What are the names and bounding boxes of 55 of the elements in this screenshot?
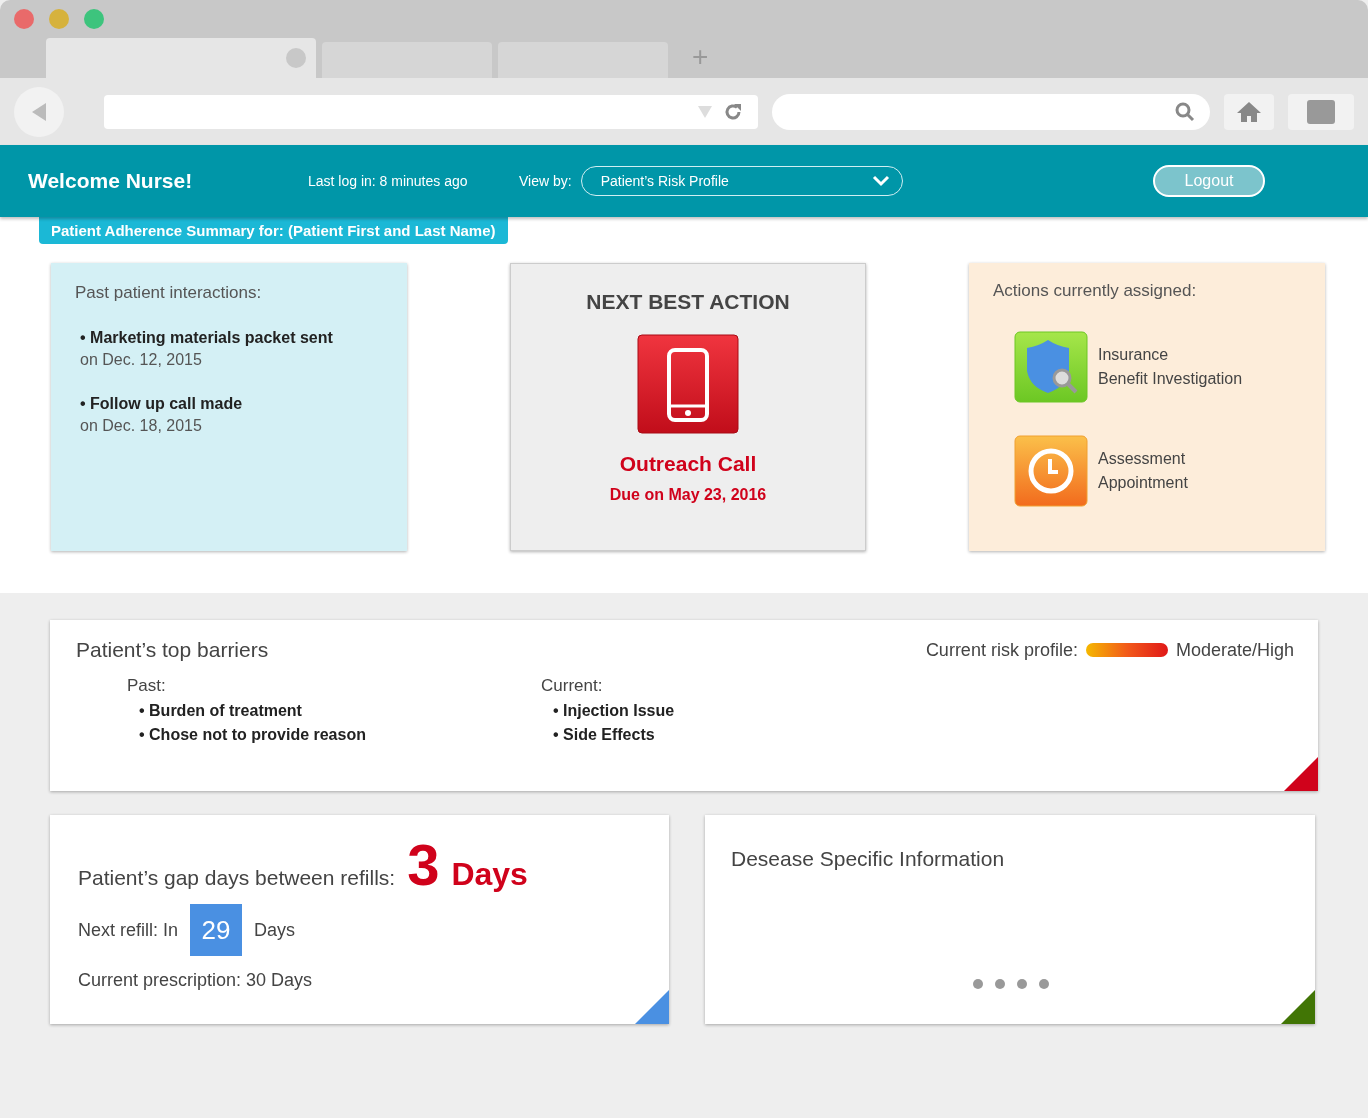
panel-title: Patient’s top barriers	[76, 638, 269, 662]
prescription-text: Current prescription: 30 Days	[78, 970, 314, 991]
interaction-date: on Dec. 12, 2015	[80, 351, 203, 369]
action-label: Insurance	[1098, 345, 1170, 365]
browser-tab[interactable]	[498, 42, 668, 78]
clock-icon	[1014, 435, 1088, 507]
risk-value: Moderate/High	[1175, 639, 1294, 661]
barrier-item: • Burden of treatment	[139, 702, 303, 720]
greeting-text: Welcome Nurse!	[28, 169, 194, 193]
phone-icon	[637, 334, 739, 434]
maximize-window-button[interactable]	[84, 9, 104, 29]
back-arrow-icon	[30, 101, 48, 122]
barrier-item: • Chose not to provide reason	[139, 726, 367, 744]
action-label: Appointment	[1098, 473, 1188, 493]
next-refill-label: Next refill: In	[78, 919, 179, 941]
search-field[interactable]	[772, 93, 1210, 130]
search-icon	[1174, 100, 1196, 123]
new-tab-button[interactable]: +	[692, 41, 709, 73]
barrier-item: • Injection Issue	[553, 702, 676, 720]
action-label: Assessment	[1098, 449, 1187, 469]
chevron-down-icon	[871, 175, 890, 187]
card-title: NEXT BEST ACTION	[586, 290, 790, 314]
shield-magnifier-icon	[1014, 331, 1088, 403]
view-by-label: View by:	[519, 173, 572, 189]
card-title: Actions currently assigned:	[993, 281, 1198, 301]
interaction-text: • Marketing materials packet sent	[80, 329, 334, 347]
risk-label: Current risk profile:	[925, 639, 1078, 661]
browser-tab[interactable]	[322, 42, 492, 78]
gap-days-unit: Days	[451, 856, 528, 893]
minimize-window-button[interactable]	[49, 9, 69, 29]
home-button[interactable]	[1224, 93, 1274, 130]
panel-title: Patient’s gap days between refills:	[78, 866, 396, 890]
card-title: Past patient interactions:	[75, 283, 263, 303]
last-login-text: Last log in: 8 minutes ago	[308, 173, 469, 189]
due-date-text: Due on May 23, 2016	[609, 486, 767, 504]
logout-button[interactable]: Logout	[1153, 165, 1265, 197]
days-unit: Days	[254, 919, 296, 941]
interaction-text: • Follow up call made	[80, 395, 244, 413]
panel-title: Desease Specific Information	[731, 847, 1005, 870]
pagination-dots-icon[interactable]	[972, 978, 1050, 990]
close-window-button[interactable]	[14, 9, 34, 29]
action-title: Outreach Call	[619, 452, 757, 476]
barrier-group-label: Current:	[541, 676, 604, 696]
home-icon	[1236, 100, 1262, 123]
barrier-item: • Side Effects	[553, 726, 656, 744]
days-count-badge: 29	[190, 904, 243, 956]
interaction-date: on Dec. 18, 2015	[80, 417, 203, 435]
browser-tab[interactable]	[46, 38, 316, 78]
back-button[interactable]	[14, 86, 64, 137]
sidebar-button[interactable]	[1288, 93, 1354, 130]
barrier-group-label: Past:	[127, 676, 167, 696]
gap-days-number: 3	[407, 831, 440, 898]
square-icon	[1307, 99, 1335, 124]
dropdown-arrow-icon	[698, 105, 712, 118]
action-label: Benefit Investigation	[1098, 369, 1243, 389]
